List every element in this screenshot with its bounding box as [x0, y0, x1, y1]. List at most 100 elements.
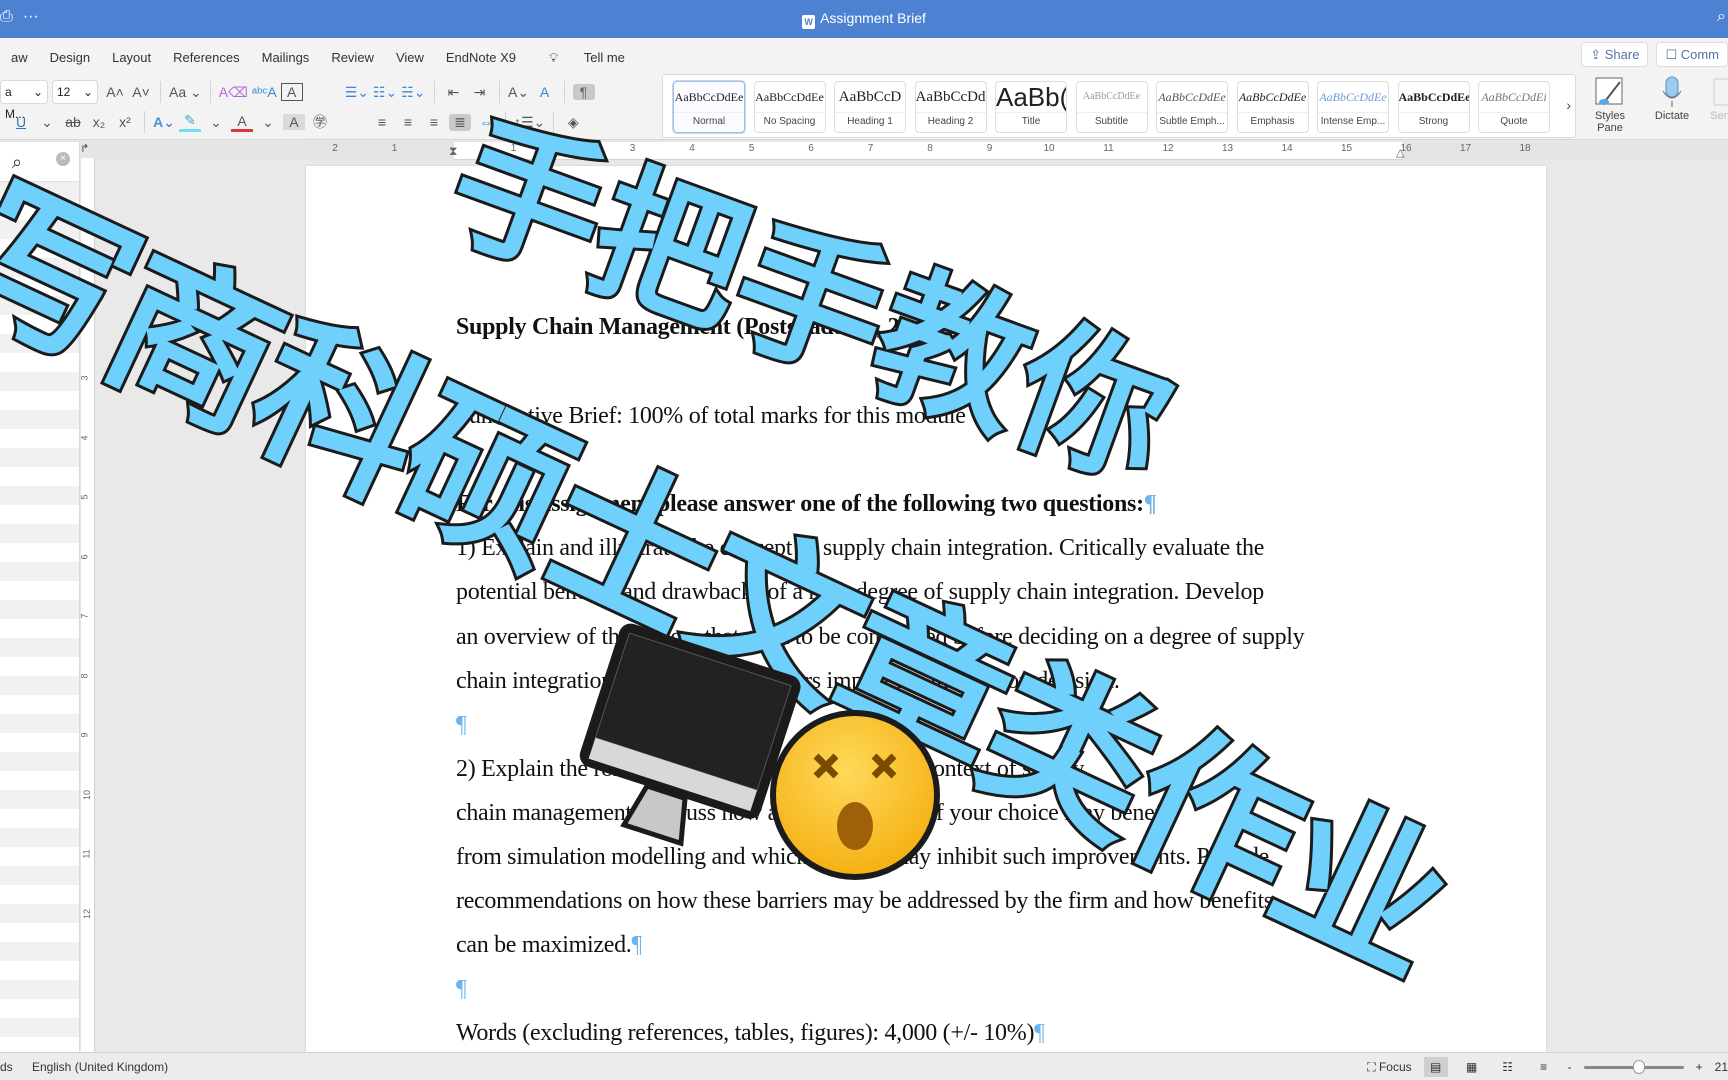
align-center-button[interactable]: ≡: [397, 114, 419, 130]
nav-result-row[interactable]: [0, 353, 79, 372]
nav-result-row[interactable]: [0, 277, 79, 296]
style-normal[interactable]: AaBbCcDdEe Normal: [673, 81, 745, 133]
character-shading-icon[interactable]: A: [283, 114, 305, 130]
nav-result-row[interactable]: [0, 391, 79, 410]
style-intense-emp[interactable]: AaBbCcDdEe Intense Emp...: [1317, 81, 1389, 133]
nav-result-row[interactable]: [0, 980, 79, 999]
nav-result-row[interactable]: [0, 809, 79, 828]
nav-result-row[interactable]: [0, 334, 79, 353]
nav-result-row[interactable]: [0, 581, 79, 600]
style-heading-1[interactable]: AaBbCcD Heading 1: [834, 81, 906, 133]
numbering-icon[interactable]: ☷⌄: [373, 84, 397, 101]
style-subtitle[interactable]: AaBbCcDdEe Subtitle: [1075, 81, 1148, 133]
increase-indent-icon[interactable]: ⇥: [469, 84, 491, 101]
zoom-slider-knob[interactable]: [1632, 1059, 1645, 1074]
nav-result-row[interactable]: [0, 600, 79, 619]
nav-result-row[interactable]: [0, 467, 79, 486]
nav-result-row[interactable]: [0, 562, 79, 581]
language-indicator[interactable]: English (United Kingdom): [32, 1060, 168, 1074]
nav-result-row[interactable]: [0, 961, 79, 980]
nav-result-row[interactable]: [0, 410, 79, 429]
align-right-button[interactable]: ≡: [423, 114, 445, 130]
font-size-dropdown[interactable]: 12 ⌄: [52, 80, 98, 104]
print-layout-button[interactable]: ▤: [1423, 1057, 1448, 1077]
shading-icon[interactable]: ◈: [562, 114, 584, 131]
right-indent-marker[interactable]: △: [1396, 146, 1404, 159]
style-quote[interactable]: AaBbCcDdEi Quote: [1478, 81, 1550, 133]
tab-draw[interactable]: aw: [0, 44, 39, 68]
nav-result-row[interactable]: [0, 733, 79, 752]
nav-result-row[interactable]: [0, 429, 79, 448]
search-icon[interactable]: ⌕: [1717, 8, 1726, 26]
tab-selector[interactable]: ↱: [80, 142, 94, 156]
outline-view-button[interactable]: ☷: [1496, 1057, 1520, 1077]
nav-result-row[interactable]: [0, 752, 79, 771]
nav-result-row[interactable]: [0, 201, 79, 220]
document-line[interactable]: can be maximized.¶: [456, 932, 642, 959]
font-name-dropdown[interactable]: a M... ⌄: [0, 80, 48, 121]
nav-result-row[interactable]: [0, 695, 79, 714]
character-border-icon[interactable]: A: [280, 83, 303, 101]
nav-result-row[interactable]: [0, 239, 79, 258]
nav-result-row[interactable]: [0, 372, 79, 391]
clear-formatting-icon[interactable]: A⌫: [219, 84, 248, 101]
distributed-button[interactable]: ⇔: [475, 114, 497, 130]
nav-result-row[interactable]: [0, 904, 79, 923]
style-no-spacing[interactable]: AaBbCcDdEe No Spacing: [753, 81, 826, 133]
zoom-slider[interactable]: [1583, 1059, 1684, 1074]
document-line[interactable]: ¶: [456, 976, 467, 1003]
tab-layout[interactable]: Layout: [101, 44, 162, 68]
style-strong[interactable]: AaBbCcDdEe Strong: [1397, 81, 1470, 133]
nav-result-row[interactable]: [0, 505, 79, 524]
nav-result-row[interactable]: [0, 486, 79, 505]
sensitivity-button[interactable]: Sensi: [1704, 74, 1728, 122]
nav-result-row[interactable]: [0, 296, 79, 315]
nav-result-row[interactable]: [0, 828, 79, 847]
tab-review[interactable]: Review: [320, 44, 385, 68]
zoom-level[interactable]: 21: [1715, 1060, 1728, 1074]
focus-button[interactable]: ⛶ Focus: [1367, 1060, 1411, 1075]
document-line[interactable]: an overview of the factors that need to …: [456, 624, 1305, 651]
style-title[interactable]: AaBb(Title: [995, 81, 1067, 133]
align-left-button[interactable]: ≡: [371, 114, 393, 130]
phonetic-guide-icon[interactable]: ᵃᵇᶜA: [252, 84, 277, 100]
text-direction-icon[interactable]: A: [534, 84, 556, 100]
shrink-font-icon[interactable]: A˅: [130, 84, 152, 100]
nav-result-row[interactable]: [0, 885, 79, 904]
document-line[interactable]: ¶: [456, 712, 467, 739]
nav-result-row[interactable]: [0, 923, 79, 942]
character-spacing-icon[interactable]: A⌄: [508, 84, 530, 101]
tab-design[interactable]: Design: [39, 44, 101, 68]
nav-result-row[interactable]: [0, 714, 79, 733]
zoom-out-button[interactable]: -: [1568, 1060, 1572, 1074]
document-line[interactable]: 1) Explain and illustrate the concept of…: [456, 535, 1264, 562]
share-button[interactable]: ⇪ Share: [1581, 42, 1649, 67]
nav-result-row[interactable]: [0, 638, 79, 657]
horizontal-ruler[interactable]: 2 1 1 2 3 4 5 6 7 8 9 10 11 12 13 14 15 16 17 18 ⧗ △: [304, 142, 1554, 160]
document-line[interactable]: recommendations on how these barriers ma…: [456, 888, 1273, 915]
document-line[interactable]: Supply Chain Management (Postgraduate, 2…: [456, 314, 992, 341]
nav-result-row[interactable]: [0, 619, 79, 638]
line-spacing-icon[interactable]: ↕☰⌄: [514, 114, 545, 131]
highlight-color-icon[interactable]: ✎: [179, 112, 201, 132]
nav-result-row[interactable]: [0, 448, 79, 467]
document-page[interactable]: Supply Chain Management (Postgraduate, 2…: [306, 166, 1546, 1066]
zoom-in-button[interactable]: +: [1696, 1060, 1703, 1074]
bullets-icon[interactable]: ☰⌄: [345, 84, 369, 101]
nav-result-row[interactable]: [0, 847, 79, 866]
style-subtle-emph[interactable]: AaBbCcDdEe Subtle Emph...: [1156, 81, 1228, 133]
nav-result-row[interactable]: [0, 524, 79, 543]
subscript-button[interactable]: x₂: [88, 114, 110, 130]
grow-font-icon[interactable]: A˄: [104, 84, 126, 100]
nav-result-row[interactable]: [0, 790, 79, 809]
styles-pane-button[interactable]: Styles Pane: [1582, 74, 1638, 134]
nav-result-row[interactable]: [0, 315, 79, 334]
tell-me-button[interactable]: 💡︎ Tell me: [527, 44, 647, 68]
tab-view[interactable]: View: [385, 44, 435, 68]
document-line[interactable]: potential benefits and drawbacks of a hi…: [456, 579, 1264, 606]
superscript-button[interactable]: x²: [114, 114, 136, 130]
nav-result-row[interactable]: [0, 220, 79, 239]
indent-marker[interactable]: ⧗: [449, 144, 457, 159]
style-heading-2[interactable]: AaBbCcDd Heading 2: [914, 81, 987, 133]
justify-button[interactable]: ≣: [449, 113, 471, 131]
